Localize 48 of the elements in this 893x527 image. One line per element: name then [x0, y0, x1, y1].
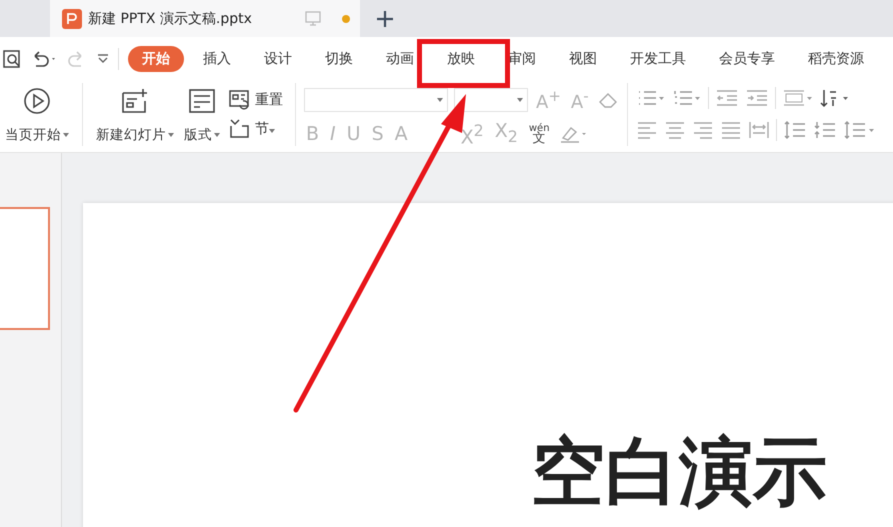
menu-tab[interactable]: 稻壳资源 [794, 46, 878, 72]
menu-tab[interactable]: 会员专享 [705, 46, 789, 72]
reset-icon [229, 90, 251, 110]
section-icon [229, 119, 251, 140]
decrease-indent-icon[interactable] [714, 88, 739, 108]
new-slide-icon [120, 87, 150, 115]
text-direction-icon[interactable] [782, 88, 814, 108]
slide-thumbnail[interactable] [0, 207, 50, 330]
new-slide-button[interactable]: 新建幻灯片 [91, 83, 179, 152]
presentation-file-icon [62, 8, 82, 28]
play-from-current-button[interactable]: 当页开始 [0, 83, 74, 152]
reset-label: 重置 [255, 90, 283, 109]
menu-tab[interactable]: 开发工具 [616, 46, 700, 72]
menu-tab[interactable]: 插入 [189, 46, 245, 72]
new-tab-plus-icon[interactable] [376, 10, 394, 28]
line-spacing-icon[interactable] [782, 120, 807, 140]
align-icon[interactable] [636, 120, 658, 140]
align-icon[interactable] [720, 120, 742, 140]
play-from-current-label: 当页开始 [5, 126, 69, 144]
print-preview-icon[interactable] [2, 49, 22, 69]
align-icon[interactable] [664, 120, 686, 140]
menu-tab[interactable]: 设计 [250, 46, 306, 72]
phonetic-guide-button[interactable]: wén 文 [526, 124, 552, 144]
new-slide-label: 新建幻灯片 [96, 126, 174, 144]
highlighter-icon[interactable] [558, 124, 589, 144]
layout-label: 版式 [184, 126, 220, 144]
menu-tab[interactable]: 动画 [372, 46, 428, 72]
layout-icon [188, 87, 216, 115]
play-icon [23, 87, 51, 115]
layout-button[interactable]: 版式 [179, 83, 225, 152]
increase-indent-icon[interactable] [744, 88, 769, 108]
slide-title: 空白演示 [531, 435, 827, 509]
reset-button[interactable]: 重置 [229, 90, 283, 110]
menu-tab[interactable]: 放映 [433, 46, 489, 72]
menu-tab[interactable]: 切换 [311, 46, 367, 72]
menu-tab[interactable]: 视图 [555, 46, 611, 72]
monitor-icon[interactable] [304, 10, 322, 26]
document-tab[interactable]: 新建 PPTX 演示文稿.pptx [50, 0, 360, 37]
section-button[interactable]: 节 [229, 119, 283, 140]
paragraph-spacing-icon[interactable] [812, 120, 837, 140]
numbered-list-icon[interactable] [672, 88, 702, 108]
align-icon[interactable] [692, 120, 714, 140]
font-name-field[interactable] [304, 88, 448, 112]
section-label: 节 [255, 120, 275, 138]
sort-icon[interactable] [820, 88, 850, 108]
document-title: 新建 PPTX 演示文稿.pptx [88, 10, 253, 28]
spacing-dropdown-icon[interactable] [842, 120, 877, 140]
distribute-icon[interactable] [748, 120, 770, 140]
